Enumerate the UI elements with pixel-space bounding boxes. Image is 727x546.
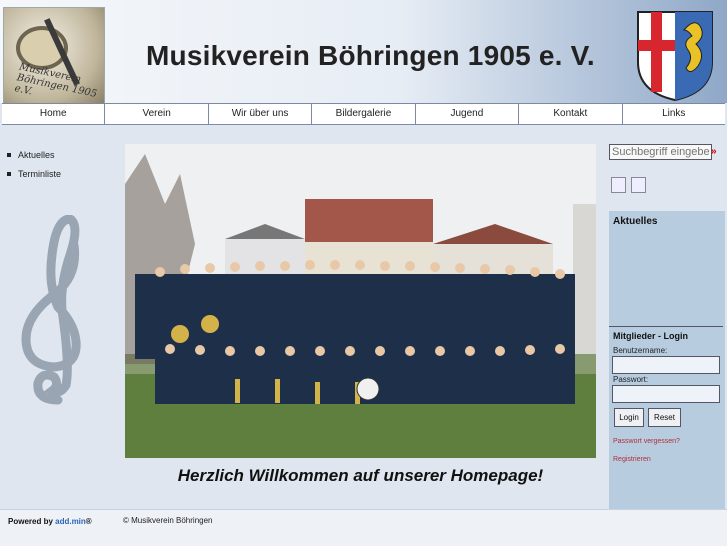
treble-clef-icon [21, 215, 81, 405]
sidebar-item-label: Terminliste [18, 169, 62, 179]
sidebar-menu: Aktuelles Terminliste [3, 146, 103, 184]
news-title: Aktuelles [613, 216, 658, 227]
password-field[interactable] [612, 385, 720, 403]
bullet-icon [7, 171, 11, 176]
search-input[interactable] [609, 144, 712, 160]
forgot-password-link[interactable]: Passwort vergessen? [613, 438, 680, 445]
print-icon[interactable] [611, 177, 626, 193]
site-title: Musikverein Böhringen 1905 e. V. [146, 40, 595, 71]
username-field[interactable] [612, 356, 720, 374]
welcome-heading: Herzlich Willkommen auf unserer Homepage… [177, 466, 544, 485]
club-logo[interactable]: Musikverein Böhringen 1905 e.V. [3, 7, 105, 105]
login-title: Mitglieder - Login [613, 331, 688, 341]
copyright: © Musikverein Böhringen [123, 516, 213, 525]
password-label: Passwort: [613, 375, 649, 384]
powered-brand: add.min [55, 517, 86, 526]
email-icon[interactable] [631, 177, 646, 193]
powered-by[interactable]: Powered by add.min® [8, 517, 92, 526]
username-label: Benutzername: [613, 346, 668, 355]
sidebar-item-aktuelles[interactable]: Aktuelles [3, 146, 103, 165]
divider [609, 326, 723, 327]
nav-kontakt[interactable]: Kontakt [518, 104, 621, 124]
nav-wir-ueber-uns[interactable]: Wir über uns [207, 104, 311, 124]
coat-of-arms-icon [637, 11, 713, 102]
login-button[interactable]: Login [614, 408, 644, 427]
nav-verein[interactable]: Verein [104, 104, 207, 124]
nav-bildergalerie[interactable]: Bildergalerie [311, 104, 414, 124]
main-nav: Home Verein Wir über uns Bildergalerie J… [2, 103, 725, 125]
double-arrow-right-icon[interactable]: » [711, 146, 717, 157]
register-link[interactable]: Registrieren [613, 456, 651, 463]
powered-suffix: ® [85, 517, 92, 526]
nav-home[interactable]: Home [2, 104, 104, 124]
band-photo [125, 144, 596, 458]
powered-prefix: Powered by [8, 517, 56, 526]
footer [0, 509, 727, 546]
reset-button[interactable]: Reset [648, 408, 681, 427]
nav-links[interactable]: Links [621, 104, 725, 124]
sidebar-item-terminliste[interactable]: Terminliste [3, 165, 103, 184]
sidebar-item-label: Aktuelles [18, 150, 55, 160]
nav-jugend[interactable]: Jugend [414, 104, 518, 124]
bullet-icon [7, 152, 11, 157]
